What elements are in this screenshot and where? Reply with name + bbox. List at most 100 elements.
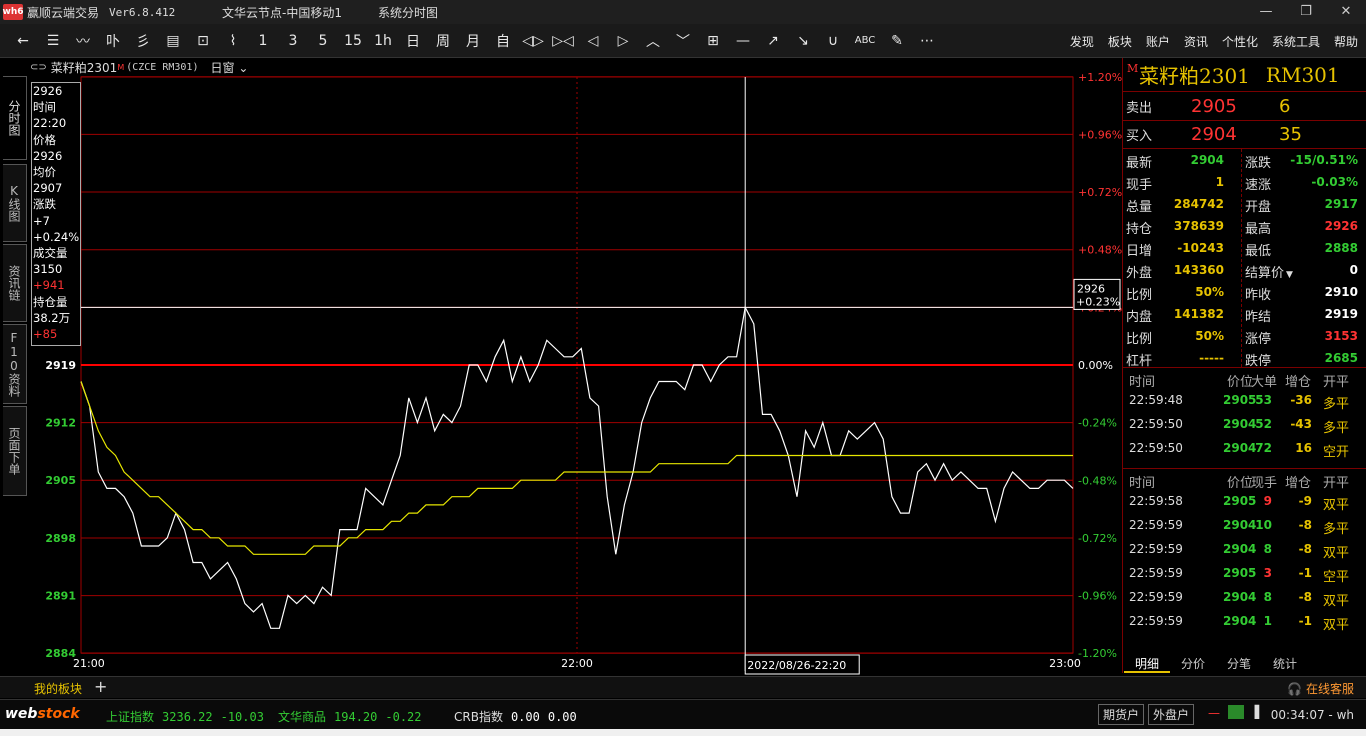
minimize-button[interactable]: — (1246, 0, 1286, 24)
menu-item-3[interactable]: 资讯 (1184, 33, 1208, 50)
quote-tab-0[interactable]: 明细 (1124, 655, 1170, 673)
stat-label: 杠杆 (1126, 354, 1153, 369)
trade-type: 多平 (1323, 397, 1350, 412)
info-row: +941 (33, 278, 65, 293)
my-board-tab[interactable]: 我的板块 (34, 680, 82, 697)
trade-volume: 53 (1255, 393, 1272, 407)
stat-label: 昨收 (1245, 288, 1272, 303)
block-trade-row: 22:59:50 2904 52 -43 多平 (1123, 414, 1366, 438)
quote-stat-row: 比例 50% 涨停 3153 (1123, 325, 1366, 347)
column-header: 开平 (1323, 476, 1350, 491)
menu-item-5[interactable]: 系统工具 (1272, 33, 1320, 50)
column-header: 大单 (1251, 375, 1278, 390)
stat-value: 1 (1215, 175, 1224, 189)
trade-time: 22:59:59 (1129, 614, 1183, 628)
trade-volume: 9 (1263, 494, 1272, 508)
x-tick: 21:00 (73, 657, 105, 670)
column-header: 时间 (1129, 375, 1156, 390)
stat-value: 378639 (1173, 219, 1224, 233)
ask-row[interactable]: 卖出 2905 6 (1123, 92, 1366, 120)
stat-value: 284742 (1173, 197, 1224, 211)
close-button[interactable]: ✕ (1326, 0, 1366, 24)
info-row: 价格 (33, 132, 56, 147)
tick-trade-row: 22:59:59 2904 1 -1 双平 (1123, 611, 1366, 635)
stat-label: 涨停 (1245, 332, 1272, 347)
y-tick-left: 2905 (45, 474, 76, 487)
maximize-button[interactable]: ❐ (1286, 0, 1326, 24)
stat-value: 2904 (1190, 153, 1224, 167)
stat-value: 2917 (1324, 197, 1358, 211)
stat-label: 跌停 (1245, 354, 1272, 369)
quote-stat-row: 持仓 378639 最高 2926 (1123, 215, 1366, 237)
quote-stat-row: 现手 1 速涨 -0.03% (1123, 171, 1366, 193)
menu-item-6[interactable]: 帮助 (1334, 33, 1358, 50)
y-tick-right: -0.24% (1078, 417, 1117, 430)
trade-price: 2904 (1223, 542, 1257, 556)
quote-title: M 菜籽粕2301 RM301 (1123, 58, 1366, 92)
network-status-icon (1228, 705, 1244, 719)
info-row: 均价 (33, 165, 56, 180)
menu-item-4[interactable]: 个性化 (1222, 33, 1258, 50)
index-item[interactable]: 文华商品 194.20 -0.22 (278, 708, 422, 725)
account-button-1[interactable]: 外盘户 (1148, 704, 1195, 725)
ask-price: 2905 (1191, 95, 1237, 117)
stat-value: 2910 (1324, 285, 1358, 299)
info-row: 时间 (33, 100, 56, 115)
crosshair-price-text: 2926 (1077, 282, 1105, 295)
quote-stat-row: 杠杆 ----- 跌停 2685 (1123, 347, 1366, 369)
y-tick-right: -1.20% (1078, 647, 1117, 660)
quote-tab-3[interactable]: 统计 (1262, 655, 1308, 673)
stat-label: 持仓 (1126, 222, 1153, 237)
block-trades-table: 时间 价位 大单 增仓 开平 22:59:48 2905 53 -36 多平 22:59:50 290… (1123, 368, 1366, 462)
crosshair-pct-text: +0.23% (1076, 295, 1120, 308)
stat-value: 0 (1349, 263, 1358, 277)
trade-volume: 1 (1263, 614, 1272, 628)
menu-item-2[interactable]: 账户 (1146, 33, 1170, 50)
column-header: 价位 (1227, 476, 1254, 491)
ask-volume: 6 (1279, 95, 1291, 117)
stat-label: 总量 (1126, 200, 1153, 215)
quote-stat-row: 日增 -10243 最低 2888 (1123, 237, 1366, 259)
logo-part-b: stock (37, 706, 80, 722)
trade-price: 2904 (1223, 417, 1257, 431)
trade-volume: 72 (1255, 441, 1272, 455)
info-row: 成交量 (33, 246, 68, 261)
online-service-button[interactable]: 🎧 在线客服 (1287, 680, 1354, 697)
quote-tab-1[interactable]: 分价 (1170, 655, 1216, 673)
column-header: 时间 (1129, 476, 1156, 491)
info-row: 22:20 (33, 116, 67, 131)
trade-price: 2905 (1223, 494, 1257, 508)
y-tick-right: +1.20% (1078, 71, 1122, 84)
online-service-label: 在线客服 (1305, 682, 1354, 696)
index-item[interactable]: 上证指数 3236.22 -10.03 (106, 708, 264, 725)
info-row: +7 (33, 213, 50, 228)
webstock-logo: webstock (5, 706, 80, 722)
stat-value: 2888 (1324, 241, 1358, 255)
trade-type: 双平 (1323, 546, 1350, 561)
headset-icon: 🎧 (1287, 682, 1303, 696)
caret-down-icon: ▼ (1286, 270, 1293, 280)
board-bar: 我的板块 + 🎧 在线客服 (0, 676, 1366, 698)
logo-part-a: web (5, 706, 38, 722)
trade-volume: 52 (1255, 417, 1272, 431)
info-row: 2926 (33, 84, 63, 98)
stat-label: 最高 (1245, 222, 1272, 237)
trade-type: 空开 (1323, 445, 1350, 460)
intraday-chart[interactable]: +1.20% +0.96% +0.72% +0.48% +0.24% 0.00% -0.24… (0, 0, 1122, 676)
index-item[interactable]: CRB指数 0.00 0.00 (454, 708, 577, 725)
quote-tab-2[interactable]: 分笔 (1216, 655, 1262, 673)
stat-label[interactable]: 结算价 ▼ (1245, 262, 1293, 281)
stat-value: 50% (1195, 329, 1224, 343)
y-tick-right: -0.96% (1078, 590, 1117, 603)
stat-value: ----- (1199, 351, 1224, 365)
trade-type: 空平 (1323, 570, 1350, 585)
y-tick-left: 2891 (45, 589, 76, 602)
bid-row[interactable]: 买入 2904 35 (1123, 120, 1366, 148)
index-name: CRB指数 (454, 710, 503, 724)
tick-trade-row: 22:59:59 2904 8 -8 双平 (1123, 587, 1366, 611)
trade-oi-change: -1 (1298, 566, 1312, 580)
add-board-button[interactable]: + (94, 677, 107, 696)
stat-label: 比例 (1126, 332, 1153, 347)
account-button-0[interactable]: 期货户 (1098, 704, 1145, 725)
trade-oi-change: 16 (1295, 441, 1312, 455)
